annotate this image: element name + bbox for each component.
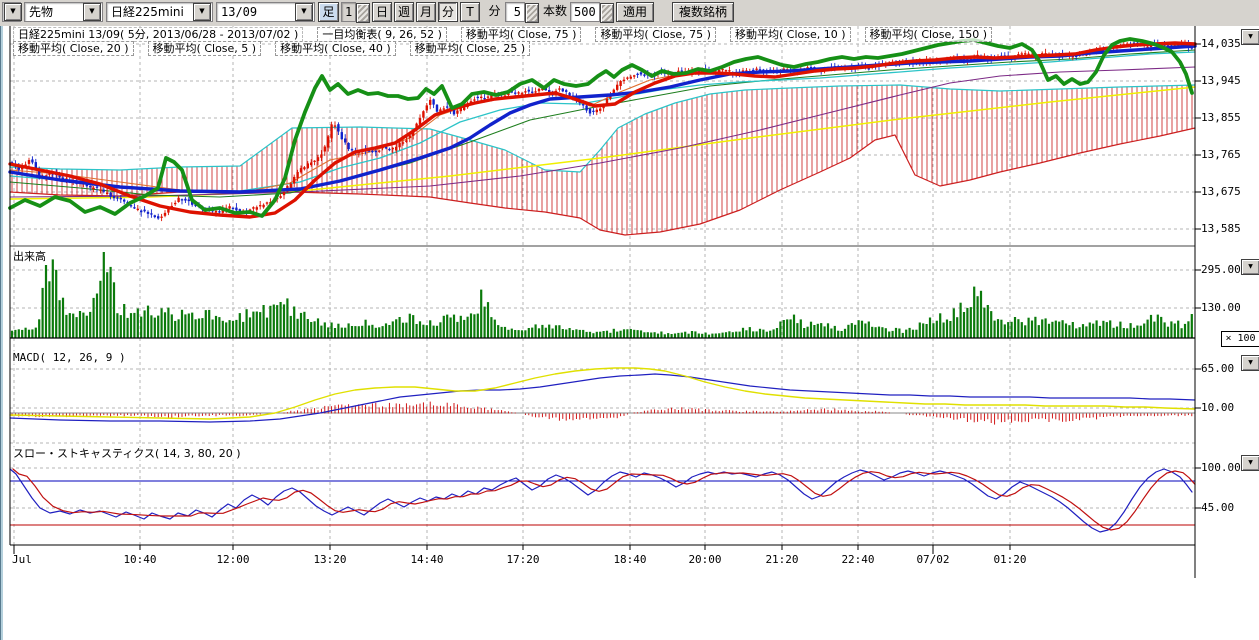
chart-application-window: ▼ 先物 ▼ 日経225mini ▼ 13/09 ▼ 足 1 日 週 月 分 T…: [0, 0, 1259, 640]
axis-tick-label: 13,675: [1201, 185, 1241, 198]
macd-pane: [10, 368, 1195, 425]
axis-tick-label: 13,945: [1201, 74, 1241, 87]
volume-multiplier-box: × 100: [1221, 331, 1259, 347]
indicator-legend-row-2: 移動平均( Close, 20 ) 移動平均( Close, 5 ) 移動平均( C…: [13, 41, 530, 56]
time-axis-label: 17:20: [506, 553, 539, 566]
bar-count-label: 本数: [541, 2, 569, 22]
time-axis-label: 21:20: [765, 553, 798, 566]
time-axis-label: 14:40: [410, 553, 443, 566]
stoch-pane-label: スロー・ストキャスティクス( 14, 3, 80, 20 ): [13, 447, 241, 460]
time-axis-label: 18:40: [613, 553, 646, 566]
legend-indicator-chip[interactable]: 移動平均( Close, 5 ): [148, 41, 262, 56]
spinner-button-icon[interactable]: [525, 3, 539, 23]
dropdown-arrow-icon: ▼: [295, 3, 313, 21]
time-axis-label: Jul: [12, 553, 32, 566]
chart-symbol-period-label: 日経225mini 13/09( 5分, 2013/06/28 - 2013/0…: [13, 27, 303, 42]
legend-indicator-chip[interactable]: 移動平均( Close, 75 ): [461, 27, 582, 42]
axis-tick-label: 13,765: [1201, 148, 1241, 161]
period-button-tick[interactable]: T: [460, 2, 480, 22]
legend-indicator-chip[interactable]: 移動平均( Close, 150 ): [865, 27, 993, 42]
period-button-minute[interactable]: 分: [438, 2, 458, 22]
time-axis-label: 10:40: [123, 553, 156, 566]
ashi-bar-type-button[interactable]: 足: [318, 2, 339, 22]
chart-plot-svg: [0, 26, 1259, 640]
period-button-day[interactable]: 日: [372, 2, 392, 22]
bar-count-value: 500: [570, 2, 600, 22]
chart-area: 日経225mini 13/09( 5分, 2013/06/28 - 2013/0…: [0, 26, 1259, 640]
dropdown-arrow-icon: ▼: [4, 3, 22, 21]
symbol-value: 日経225mini: [107, 3, 192, 21]
pane-scale-dropdown[interactable]: ▼: [1241, 29, 1259, 45]
legend-indicator-chip[interactable]: 移動平均( Close, 10 ): [730, 27, 851, 42]
indicator-legend-row-1: 日経225mini 13/09( 5分, 2013/06/28 - 2013/0…: [13, 27, 992, 42]
axis-tick-label: 13,585: [1201, 222, 1241, 235]
spinner-button-icon[interactable]: [600, 3, 614, 23]
macd-pane-label: MACD( 12, 26, 9 ): [13, 351, 126, 364]
dropdown-arrow-icon: ▼: [83, 3, 101, 21]
pane-scale-dropdown[interactable]: ▼: [1241, 259, 1259, 275]
legend-indicator-chip[interactable]: 一目均衡表( 9, 26, 52 ): [317, 27, 447, 42]
time-axis-label: 20:00: [688, 553, 721, 566]
axis-tick-label: 295.00: [1201, 263, 1241, 276]
stochastics-pane: [10, 469, 1195, 532]
time-axis-label: 22:40: [841, 553, 874, 566]
pane-scale-dropdown[interactable]: ▼: [1241, 455, 1259, 471]
time-axis-label: 13:20: [313, 553, 346, 566]
axis-tick-label: 13,855: [1201, 111, 1241, 124]
time-axis-label: 12:00: [216, 553, 249, 566]
axis-tick-label: 45.00: [1201, 501, 1234, 514]
instrument-select[interactable]: 先物 ▼: [24, 2, 103, 22]
axis-tick-label: 65.00: [1201, 362, 1234, 375]
multi-symbol-button[interactable]: 複数銘柄: [672, 2, 734, 22]
contract-value: 13/09: [217, 3, 294, 21]
time-axis-label: 01:20: [993, 553, 1026, 566]
axis-tick-label: 14,035: [1201, 37, 1241, 50]
apply-button[interactable]: 適用: [616, 2, 654, 22]
pane-scale-dropdown[interactable]: ▼: [1241, 355, 1259, 371]
toolbar: ▼ 先物 ▼ 日経225mini ▼ 13/09 ▼ 足 1 日 週 月 分 T…: [0, 0, 1259, 27]
interval-value: 1: [341, 2, 356, 22]
bar-count-spinner[interactable]: 500: [570, 2, 612, 22]
symbol-select[interactable]: 日経225mini ▼: [106, 2, 213, 22]
interval-spinner[interactable]: 1: [341, 2, 370, 22]
contract-month-select[interactable]: 13/09 ▼: [216, 2, 315, 22]
legend-indicator-chip[interactable]: 移動平均( Close, 25 ): [410, 41, 531, 56]
axis-tick-label: 100.00: [1201, 461, 1241, 474]
dropdown-arrow-icon: ▼: [193, 3, 211, 21]
period-button-month[interactable]: 月: [416, 2, 436, 22]
volume-pane-label: 出来高: [13, 250, 46, 263]
legend-indicator-chip[interactable]: 移動平均( Close, 75 ): [595, 27, 716, 42]
legend-indicator-chip[interactable]: 移動平均( Close, 20 ): [13, 41, 134, 56]
minute-value-spinner[interactable]: 5: [505, 2, 539, 22]
axis-tick-label: 10.00: [1201, 401, 1234, 414]
volume-bars: [10, 252, 1195, 338]
time-axis-label: 07/02: [916, 553, 949, 566]
minute-unit-label: 分: [486, 2, 503, 22]
minute-value: 5: [505, 2, 525, 22]
instrument-value: 先物: [25, 3, 82, 21]
spinner-button-icon[interactable]: [356, 3, 370, 23]
chart-scroll-dropdown[interactable]: ▼: [2, 2, 21, 22]
period-button-week[interactable]: 週: [394, 2, 414, 22]
axis-tick-label: 130.00: [1201, 301, 1241, 314]
legend-indicator-chip[interactable]: 移動平均( Close, 40 ): [275, 41, 396, 56]
